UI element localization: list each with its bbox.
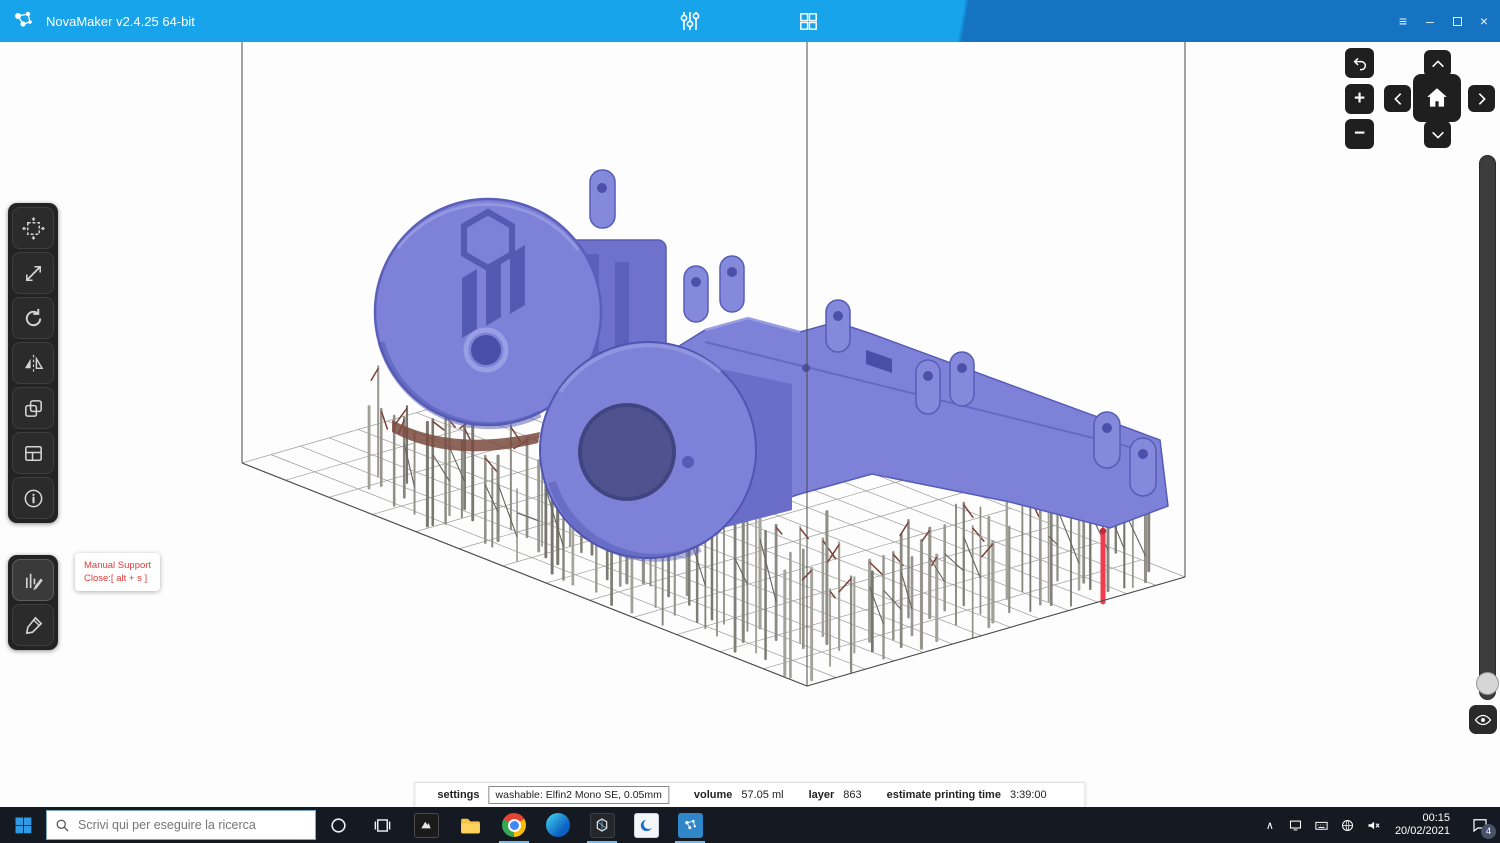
- home-view-button[interactable]: [1413, 74, 1461, 122]
- info-icon: [22, 487, 45, 510]
- manual-support-icon: [22, 569, 45, 592]
- task-view-icon: [373, 816, 392, 835]
- chevron-up-icon: [1430, 56, 1446, 72]
- layer-value: 863: [843, 789, 861, 801]
- info-button[interactable]: [12, 477, 54, 519]
- undo-icon: [1352, 55, 1368, 71]
- clock-date: 20/02/2021: [1395, 825, 1450, 838]
- tooltip-line-1: Manual Support: [84, 559, 151, 572]
- keyboard-tray-icon[interactable]: [1309, 807, 1335, 843]
- maximize-button[interactable]: [1449, 13, 1465, 29]
- auto-arrange-icon: [22, 217, 45, 240]
- selected-support[interactable]: [1100, 528, 1106, 602]
- taskbar-app-6[interactable]: [624, 807, 668, 843]
- model-list-grid-icon[interactable]: [794, 8, 822, 34]
- taskbar-app-1[interactable]: [404, 807, 448, 843]
- taskbar-app-2[interactable]: [448, 807, 492, 843]
- scale-icon: [22, 262, 45, 285]
- cortana-icon: [329, 816, 348, 835]
- file-explorer-icon: [458, 813, 483, 838]
- print-settings-icon[interactable]: [676, 8, 704, 34]
- mirror-icon: [22, 352, 45, 375]
- viewport-3d[interactable]: [0, 42, 1500, 807]
- layer-label: layer: [809, 789, 835, 801]
- home-icon: [1424, 85, 1450, 111]
- task-view-button[interactable]: [360, 807, 404, 843]
- search-icon: [55, 818, 70, 833]
- pan-right-button[interactable]: [1468, 85, 1495, 112]
- chevron-right-icon: [1474, 91, 1490, 107]
- manual-support-button[interactable]: [12, 559, 54, 601]
- transform-toolbar: [8, 203, 58, 523]
- volume-value: 57.05 ml: [741, 789, 783, 801]
- novamaker-app-icon: [678, 813, 703, 838]
- scale-button[interactable]: [12, 252, 54, 294]
- edge-icon: [546, 813, 570, 837]
- manual-support-tooltip: Manual Support Close:[ alt + s ]: [75, 553, 160, 591]
- eye-icon: [1474, 711, 1492, 729]
- volume-tray-icon[interactable]: [1361, 807, 1387, 843]
- pan-left-button[interactable]: [1384, 85, 1411, 112]
- menu-button[interactable]: ≡: [1395, 13, 1411, 29]
- support-toolbar: [8, 555, 58, 650]
- layout-button[interactable]: [12, 432, 54, 474]
- volume-label: volume: [694, 789, 733, 801]
- layer-slider-track[interactable]: [1479, 155, 1496, 700]
- maximize-icon: [1453, 17, 1462, 26]
- visibility-button[interactable]: [1469, 705, 1497, 734]
- print-info-bar: settings washable: Elfin2 Mono SE, 0.05m…: [414, 782, 1085, 808]
- layout-icon: [22, 442, 45, 465]
- app-icon-dark: [414, 813, 439, 838]
- chevron-left-icon: [1390, 91, 1406, 107]
- taskbar-app-4[interactable]: [536, 807, 580, 843]
- notification-badge: 4: [1481, 824, 1496, 839]
- chevron-down-icon: [1430, 127, 1446, 143]
- display-tray-icon[interactable]: [1283, 807, 1309, 843]
- titlebar: NovaMaker v2.4.25 64-bit ≡ – ×: [0, 0, 1500, 42]
- pan-down-button[interactable]: [1424, 121, 1451, 148]
- support-pen-icon: [22, 614, 45, 637]
- novamaker-logo-icon: [12, 9, 36, 33]
- search-input[interactable]: [78, 818, 308, 832]
- taskbar-app-7[interactable]: [668, 807, 712, 843]
- chrome-icon: [502, 813, 526, 837]
- taskbar-app-5[interactable]: [580, 807, 624, 843]
- start-button[interactable]: [0, 807, 46, 843]
- app-icon-moon: [634, 813, 659, 838]
- model-3d[interactable]: [375, 170, 1168, 558]
- system-tray: ∧ 00:15 20/02/2021 4: [1257, 807, 1500, 843]
- clock-time: 00:15: [1395, 812, 1450, 825]
- auto-arrange-button[interactable]: [12, 207, 54, 249]
- action-center-button[interactable]: 4: [1460, 807, 1500, 843]
- close-button[interactable]: ×: [1476, 13, 1492, 29]
- zoom-in-button[interactable]: +: [1345, 84, 1374, 114]
- estimate-label: estimate printing time: [887, 789, 1001, 801]
- layer-slider-handle[interactable]: [1476, 672, 1499, 695]
- settings-label: settings: [437, 789, 479, 801]
- rotate-button[interactable]: [12, 297, 54, 339]
- support-pen-button[interactable]: [12, 604, 54, 646]
- app-title: NovaMaker v2.4.25 64-bit: [46, 14, 195, 29]
- pan-up-button[interactable]: [1424, 50, 1451, 77]
- taskbar-search[interactable]: [46, 810, 316, 840]
- app-icon-slicer: [590, 813, 615, 838]
- clone-button[interactable]: [12, 387, 54, 429]
- windows-taskbar: ∧ 00:15 20/02/2021 4: [0, 807, 1500, 843]
- clone-icon: [22, 397, 45, 420]
- settings-value-box[interactable]: washable: Elfin2 Mono SE, 0.05mm: [489, 786, 669, 804]
- novamaker-window: NovaMaker v2.4.25 64-bit ≡ – ×: [0, 0, 1500, 843]
- estimate-value: 3:39:00: [1010, 789, 1047, 801]
- taskbar-app-3[interactable]: [492, 807, 536, 843]
- network-tray-icon[interactable]: [1335, 807, 1361, 843]
- minimize-button[interactable]: –: [1422, 13, 1438, 29]
- clock[interactable]: 00:15 20/02/2021: [1395, 812, 1450, 838]
- mirror-button[interactable]: [12, 342, 54, 384]
- zoom-out-button[interactable]: −: [1345, 119, 1374, 149]
- tooltip-line-2: Close:[ alt + s ]: [84, 572, 151, 585]
- rotate-icon: [22, 307, 45, 330]
- cortana-button[interactable]: [316, 807, 360, 843]
- tray-expand-button[interactable]: ∧: [1257, 807, 1283, 843]
- undo-button[interactable]: [1345, 48, 1374, 78]
- windows-logo-icon: [13, 815, 33, 835]
